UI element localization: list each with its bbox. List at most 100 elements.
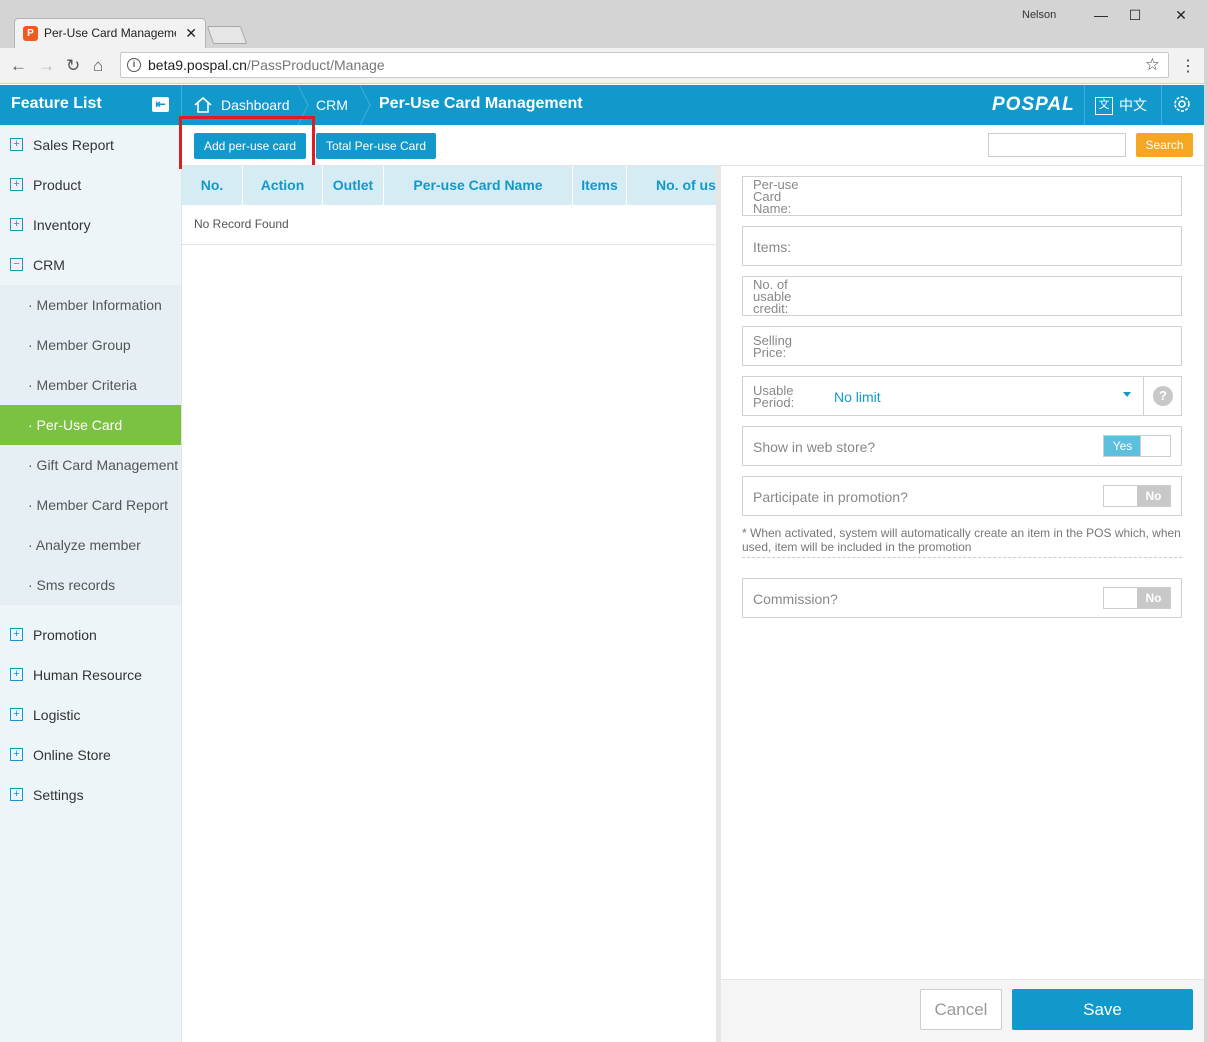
empty-table-message: No Record Found — [194, 217, 289, 231]
sidebar: + Sales Report + Product + Inventory − C… — [0, 125, 182, 1042]
web-store-toggle[interactable]: Yes — [1103, 435, 1171, 457]
dashed-divider — [742, 557, 1182, 558]
field-divider — [1143, 377, 1144, 415]
tab-title: Per-Use Card Manageme — [44, 26, 176, 40]
sidebar-item-gift-card-management[interactable]: · Gift Card Management — [0, 445, 181, 485]
reload-icon[interactable]: ↻ — [66, 56, 80, 76]
expand-plus-icon: + — [10, 628, 23, 641]
expand-plus-icon: + — [10, 668, 23, 681]
chevron-down-icon[interactable] — [1123, 392, 1131, 397]
commission-field: Commission? No — [742, 578, 1182, 618]
usable-credit-label: No. of usable credit: — [753, 277, 792, 316]
column-header-usage-count[interactable]: No. of usa — [627, 166, 720, 205]
column-header-items[interactable]: Items — [573, 166, 627, 205]
web-store-field: Show in web store? Yes — [742, 426, 1182, 466]
breadcrumb-crm[interactable]: CRM — [316, 97, 348, 113]
search-button[interactable]: Search — [1136, 133, 1193, 157]
promotion-field: Participate in promotion? No — [742, 476, 1182, 516]
sidebar-item-inventory[interactable]: + Inventory — [0, 205, 181, 245]
promotion-label: Participate in promotion? — [753, 489, 908, 505]
bookmark-star-icon[interactable]: ☆ — [1145, 55, 1160, 75]
sidebar-item-member-card-report[interactable]: · Member Card Report — [0, 485, 181, 525]
save-button[interactable]: Save — [1012, 989, 1193, 1030]
cancel-button[interactable]: Cancel — [920, 989, 1002, 1030]
usable-period-select[interactable]: No limit — [834, 389, 881, 405]
home-icon[interactable]: ⌂ — [93, 56, 103, 76]
sidebar-item-label: Inventory — [33, 217, 91, 233]
selling-price-field[interactable]: Selling Price: — [742, 326, 1182, 366]
card-name-label: Per-use Card Name: — [753, 177, 799, 216]
new-tab-button[interactable] — [206, 26, 248, 44]
sidebar-item-member-group[interactable]: · Member Group — [0, 325, 181, 365]
browser-titlebar: P Per-Use Card Manageme ✕ Nelson — ☐ ✕ — [0, 0, 1207, 48]
window-close-icon[interactable]: ✕ — [1166, 4, 1196, 26]
usable-period-field: Usable Period: No limit ? — [742, 376, 1182, 416]
card-name-field[interactable]: Per-use Card Name: — [742, 176, 1182, 216]
usable-credit-field[interactable]: No. of usable credit: — [742, 276, 1182, 316]
sidebar-item-label: · Member Criteria — [28, 377, 137, 393]
toggle-knob — [1140, 436, 1170, 456]
sidebar-item-label: · Analyze member — [28, 537, 141, 553]
help-icon[interactable]: ? — [1153, 386, 1173, 406]
browser-menu-icon[interactable]: ⋮ — [1180, 56, 1196, 76]
sidebar-item-sales-report[interactable]: + Sales Report — [0, 125, 181, 165]
sidebar-item-settings[interactable]: + Settings — [0, 775, 181, 815]
sidebar-item-member-information[interactable]: · Member Information — [0, 285, 181, 325]
highlight-annotation — [179, 116, 315, 169]
sidebar-item-sms-records[interactable]: · Sms records — [0, 565, 181, 605]
language-switch[interactable]: 文中文 — [1095, 95, 1147, 116]
toggle-yes-state: Yes — [1104, 436, 1141, 456]
sidebar-item-label: · Member Card Report — [28, 497, 169, 513]
items-label: Items: — [753, 239, 792, 255]
expand-plus-icon: + — [10, 748, 23, 761]
commission-toggle[interactable]: No — [1103, 587, 1171, 609]
address-bar[interactable]: i beta9.pospal.cn/PassProduct/Manage ☆ — [120, 52, 1169, 78]
maximize-icon[interactable]: ☐ — [1120, 4, 1150, 26]
back-icon[interactable]: ← — [10, 56, 27, 76]
breadcrumb-dashboard[interactable]: Dashboard — [221, 97, 290, 113]
table-header: No. Action Outlet Per-use Card Name Item… — [182, 166, 720, 205]
gear-icon[interactable] — [1171, 93, 1193, 115]
items-field[interactable]: Items: — [742, 226, 1182, 266]
sidebar-item-online-store[interactable]: + Online Store — [0, 735, 181, 775]
column-header-outlet[interactable]: Outlet — [323, 166, 384, 205]
panel-splitter[interactable] — [716, 166, 721, 1042]
sidebar-item-member-criteria[interactable]: · Member Criteria — [0, 365, 181, 405]
column-header-no[interactable]: No. — [182, 166, 243, 205]
sidebar-item-label: · Sms records — [28, 577, 116, 593]
sidebar-item-per-use-card[interactable]: · Per-Use Card — [0, 405, 181, 445]
tab-close-icon[interactable]: ✕ — [185, 25, 197, 42]
forward-icon[interactable]: → — [38, 56, 55, 76]
sidebar-item-label: · Member Information — [28, 297, 162, 313]
promotion-toggle[interactable]: No — [1103, 485, 1171, 507]
sidebar-item-product[interactable]: + Product — [0, 165, 181, 205]
column-header-action[interactable]: Action — [243, 166, 323, 205]
browser-user[interactable]: Nelson — [1022, 9, 1056, 21]
site-info-icon[interactable]: i — [127, 58, 141, 72]
search-input[interactable] — [988, 133, 1126, 157]
sidebar-item-promotion[interactable]: + Promotion — [0, 615, 181, 655]
language-label: 中文 — [1119, 97, 1147, 113]
url-path: /PassProduct/Manage — [246, 57, 385, 73]
expand-plus-icon: + — [10, 178, 23, 191]
sidebar-item-analyze-member[interactable]: · Analyze member — [0, 525, 181, 565]
home-breadcrumb-icon[interactable] — [193, 95, 213, 115]
collapse-sidebar-icon[interactable]: ⇤ — [152, 97, 169, 112]
minimize-icon[interactable]: — — [1086, 4, 1116, 26]
browser-tab[interactable]: P Per-Use Card Manageme ✕ — [14, 18, 206, 48]
selling-price-label: Selling Price: — [753, 333, 793, 360]
sidebar-item-human-resource[interactable]: + Human Resource — [0, 655, 181, 695]
pospal-favicon-icon: P — [23, 26, 38, 41]
column-header-card-name[interactable]: Per-use Card Name — [384, 166, 573, 205]
url-text[interactable]: beta9.pospal.cn/PassProduct/Manage — [148, 57, 385, 73]
sidebar-item-crm[interactable]: − CRM — [0, 245, 181, 285]
breadcrumb-separator-icon — [359, 85, 371, 125]
collapse-minus-icon: − — [10, 258, 23, 271]
total-per-use-card-button[interactable]: Total Per-use Card — [316, 133, 436, 159]
feature-list-title: Feature List — [11, 95, 102, 112]
table-row-divider — [182, 244, 720, 245]
sidebar-item-logistic[interactable]: + Logistic — [0, 695, 181, 735]
expand-plus-icon: + — [10, 788, 23, 801]
expand-plus-icon: + — [10, 708, 23, 721]
sidebar-item-label: · Member Group — [28, 337, 131, 353]
